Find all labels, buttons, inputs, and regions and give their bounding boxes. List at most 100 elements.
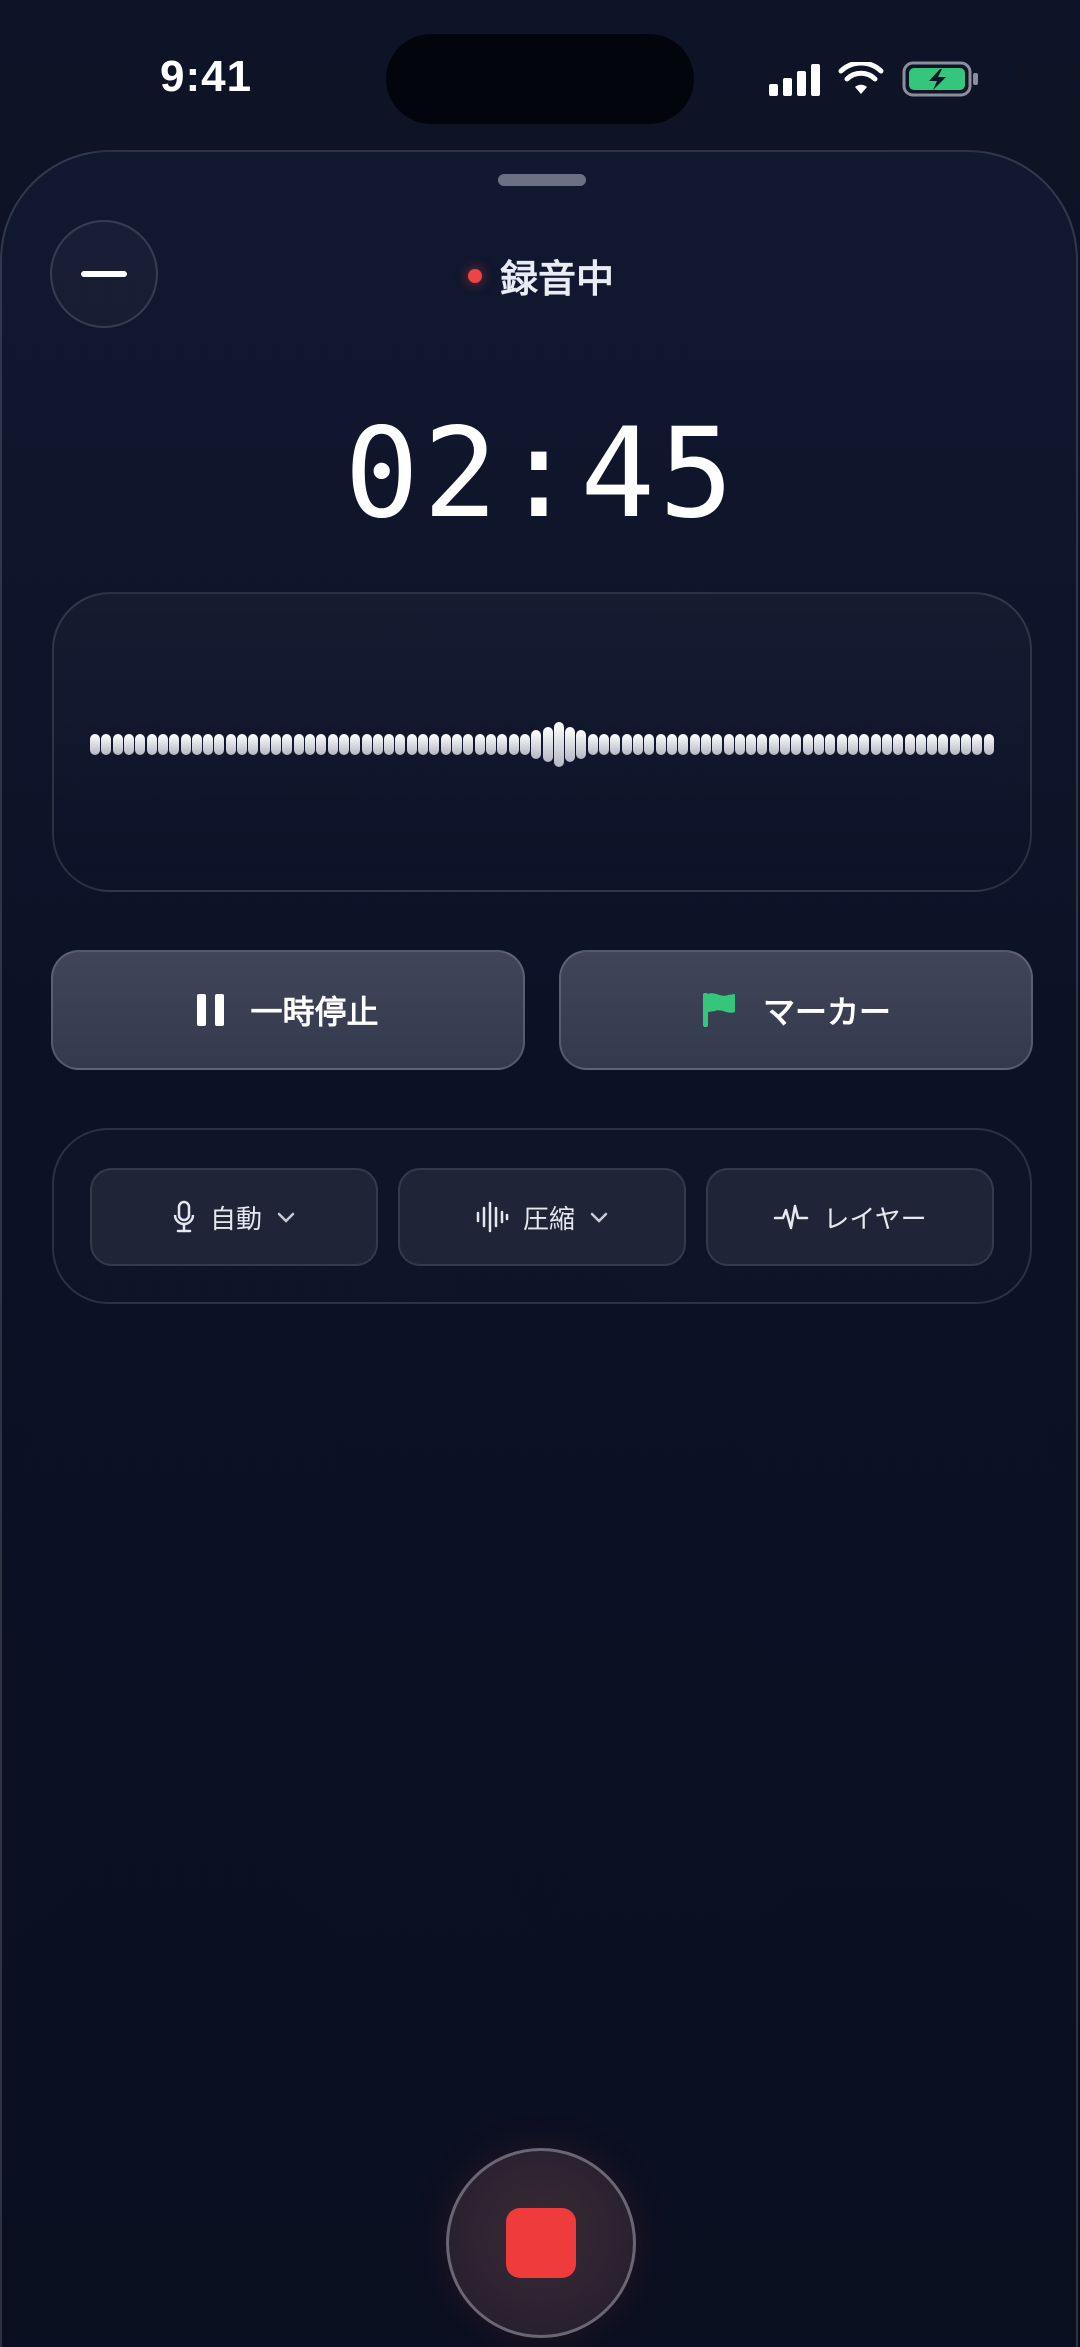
waveform-bar — [870, 733, 881, 755]
sheet-grabber[interactable] — [498, 174, 586, 186]
pause-button[interactable]: 一時停止 — [51, 950, 525, 1070]
waveform-bar — [768, 733, 779, 755]
compression-select[interactable]: 圧縮 — [398, 1168, 686, 1266]
waveform-bar — [169, 733, 180, 755]
dynamic-island — [386, 34, 694, 124]
waveform-bar — [565, 726, 576, 762]
waveform-bar — [429, 733, 440, 755]
waveform-bar — [576, 729, 587, 759]
waveform-bar — [961, 733, 972, 755]
waveform-bar — [938, 733, 949, 755]
waveform-bar — [384, 733, 395, 755]
waveform-bar — [531, 729, 542, 759]
waveform-bar — [519, 733, 530, 755]
waveform — [90, 721, 994, 767]
recording-status: 録音中 — [2, 248, 1080, 303]
input-mode-label: 自動 — [209, 1204, 262, 1235]
marker-label: マーカー — [762, 993, 891, 1031]
chevron-down-icon — [590, 1212, 608, 1223]
recording-sheet: 録音中 02:45 一時停止 マーカー 自動 圧縮 レイヤー — [0, 150, 1078, 2347]
cellular-signal-icon — [769, 62, 820, 96]
waveform-bar — [678, 733, 689, 755]
waveform-bar — [485, 733, 496, 755]
waveform-bar — [474, 733, 485, 755]
waveform-bar — [146, 733, 157, 755]
waveform-bar — [587, 733, 598, 755]
waveform-bar — [327, 733, 338, 755]
waveform-bar — [90, 733, 100, 755]
waveform-bar — [700, 733, 711, 755]
waveform-bar — [316, 733, 327, 755]
waveform-bar — [757, 733, 768, 755]
waveform-bar — [452, 733, 462, 755]
input-mode-select[interactable]: 自動 — [90, 1168, 378, 1266]
waveform-bar — [135, 733, 146, 755]
waveform-bar — [542, 726, 553, 762]
waveform-bar — [225, 733, 236, 755]
waveform-bar — [259, 733, 270, 755]
waveform-bar — [350, 733, 361, 755]
waveform-bar — [237, 733, 248, 755]
waveform-bar — [497, 733, 508, 755]
recording-dot-icon — [467, 268, 482, 283]
waveform-bar — [859, 733, 870, 755]
waveform-bar — [282, 733, 293, 755]
waveform-bar — [621, 733, 632, 755]
waveform-bar — [644, 733, 655, 755]
waveform-bar — [927, 733, 938, 755]
status-icons — [769, 60, 980, 98]
waveform-bar — [791, 733, 802, 755]
waveform-bar — [825, 733, 836, 755]
waveform-bar — [203, 733, 214, 755]
waveform-bar — [599, 733, 610, 755]
chevron-down-icon — [277, 1212, 295, 1223]
wifi-icon — [838, 62, 884, 94]
waveform-bar — [191, 733, 202, 755]
waveform-bar — [904, 733, 915, 755]
waveform-bar — [949, 733, 960, 755]
waveform-bar — [338, 733, 349, 755]
waveform-card — [52, 592, 1032, 892]
compression-label: 圧縮 — [522, 1204, 575, 1235]
waveform-bar — [655, 733, 666, 755]
waveform-bar — [666, 733, 677, 755]
waveform-bar — [440, 733, 451, 755]
waveform-bar — [814, 733, 824, 755]
waveform-bar — [406, 733, 417, 755]
waveform-bar — [746, 733, 757, 755]
waveform-bar — [734, 733, 745, 755]
waveform-bar — [893, 733, 904, 755]
waveform-bar — [553, 721, 564, 767]
waveform-bar — [395, 733, 406, 755]
waveform-bar — [361, 733, 372, 755]
waveform-bar — [723, 733, 734, 755]
elapsed-timer: 02:45 — [344, 402, 738, 546]
waveform-bar — [881, 733, 892, 755]
waveform-bar — [123, 733, 134, 755]
microphone-icon — [173, 1200, 195, 1233]
pause-label: 一時停止 — [250, 993, 379, 1031]
waveform-bar — [847, 733, 858, 755]
waveform-icon — [476, 1201, 509, 1233]
waveform-bar — [293, 733, 304, 755]
waveform-bar — [780, 733, 791, 755]
marker-button[interactable]: マーカー — [559, 950, 1033, 1070]
waveform-bar — [463, 733, 474, 755]
waveform-bar — [972, 733, 983, 755]
waveform-bar — [508, 733, 519, 755]
waveform-bar — [802, 733, 813, 755]
waveform-bar — [157, 733, 168, 755]
waveform-bar — [983, 733, 994, 755]
layer-label: レイヤー — [823, 1204, 927, 1235]
waveform-bar — [610, 733, 621, 755]
waveform-bar — [836, 733, 847, 755]
layer-button[interactable]: レイヤー — [706, 1168, 994, 1266]
flag-icon — [702, 993, 735, 1027]
pulse-icon — [774, 1204, 809, 1230]
waveform-bar — [372, 733, 383, 755]
stop-recording-button[interactable] — [446, 2148, 636, 2338]
waveform-bar — [214, 733, 225, 755]
pause-icon — [197, 994, 225, 1026]
waveform-bar — [101, 733, 112, 755]
waveform-bar — [915, 733, 926, 755]
